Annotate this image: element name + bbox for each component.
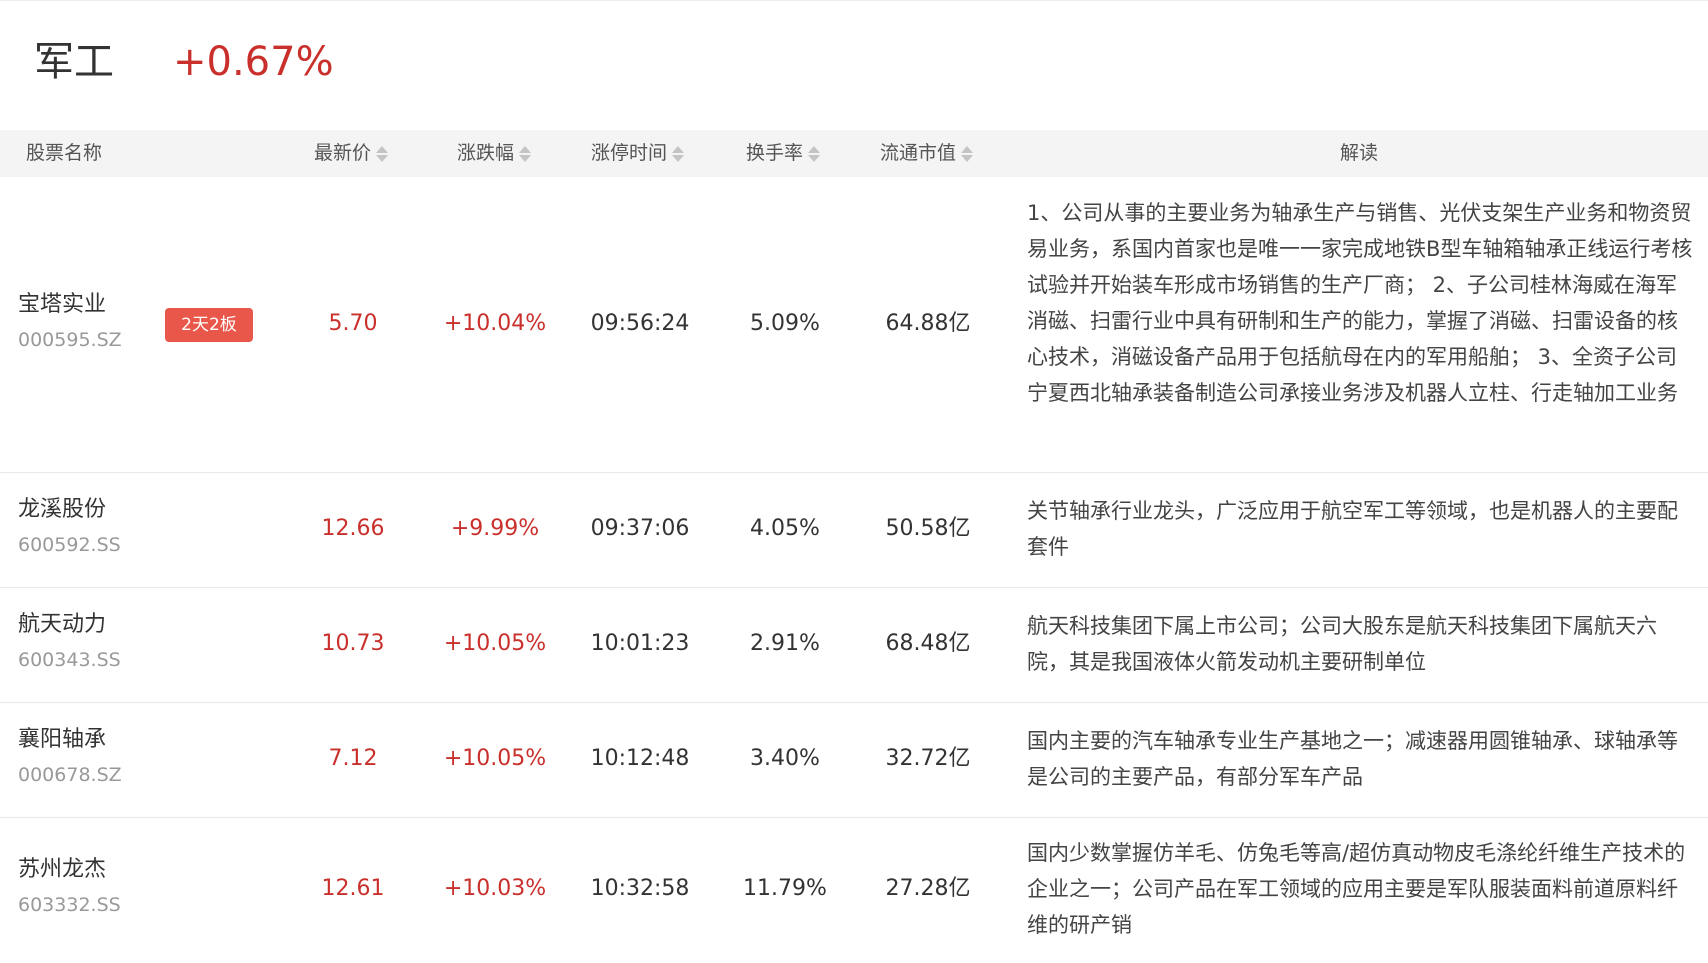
stock-name-cell[interactable]: 航天动力 600343.SS <box>18 610 121 674</box>
description-cell: 国内主要的汽车轴承专业生产基地之一；减速器用圆锥轴承、球轴承等是公司的主要产品，… <box>1027 729 1678 789</box>
sector-header: 军工 +0.67% <box>0 0 1708 130</box>
change-cell: +10.05% <box>443 746 547 771</box>
market-cap-cell: 27.28亿 <box>885 876 971 901</box>
column-header-change[interactable]: 涨跌幅 <box>457 130 532 177</box>
stock-name-cell[interactable]: 襄阳轴承 000678.SZ <box>18 725 122 789</box>
price-cell: 10.73 <box>321 631 385 656</box>
limit-up-badge: 2天2板 <box>165 308 253 342</box>
column-header-market-cap[interactable]: 流通市值 <box>880 130 974 177</box>
column-header-name-label: 股票名称 <box>26 142 103 164</box>
column-header-market-cap-label: 流通市值 <box>880 142 957 164</box>
turnover-cell: 2.91% <box>750 631 820 656</box>
limit-time-cell: 10:32:58 <box>590 876 690 901</box>
limit-time-cell: 10:12:48 <box>590 746 690 771</box>
column-header-turnover-label: 换手率 <box>746 142 804 164</box>
change-cell: +10.05% <box>443 631 547 656</box>
turnover-cell: 11.79% <box>743 876 827 901</box>
change-cell: +10.03% <box>443 876 547 901</box>
stock-code: 600343.SS <box>18 649 121 671</box>
stock-name[interactable]: 龙溪股份 <box>18 495 121 525</box>
price-cell: 12.66 <box>321 516 385 541</box>
change-cell: +10.04% <box>443 311 547 336</box>
turnover-cell: 4.05% <box>750 516 820 541</box>
table-row[interactable]: 宝塔实业 000595.SZ 2天2板 5.70 +10.04% 09:56:2… <box>0 177 1708 473</box>
column-header-limit-time-label: 涨停时间 <box>591 142 668 164</box>
column-header-limit-time[interactable]: 涨停时间 <box>591 130 685 177</box>
sort-icon[interactable] <box>807 144 821 164</box>
sort-icon[interactable] <box>518 144 532 164</box>
stock-name-cell[interactable]: 苏州龙杰 603332.SS <box>18 855 121 919</box>
market-cap-cell: 32.72亿 <box>885 746 971 771</box>
market-cap-cell: 68.48亿 <box>885 631 971 656</box>
description-cell: 航天科技集团下属上市公司；公司大股东是航天科技集团下属航天六院，其是我国液体火箭… <box>1027 614 1657 674</box>
stock-code: 600592.SS <box>18 534 121 556</box>
table-row[interactable]: 苏州龙杰 603332.SS 12.61 +10.03% 10:32:58 11… <box>0 818 1708 963</box>
stock-name[interactable]: 襄阳轴承 <box>18 725 122 755</box>
sector-change: +0.67% <box>173 39 334 85</box>
limit-time-cell: 09:37:06 <box>590 516 690 541</box>
stock-code: 603332.SS <box>18 894 121 916</box>
table-row[interactable]: 航天动力 600343.SS 10.73 +10.05% 10:01:23 2.… <box>0 588 1708 703</box>
column-header-change-label: 涨跌幅 <box>457 142 515 164</box>
market-cap-cell: 50.58亿 <box>885 516 971 541</box>
stock-name-cell[interactable]: 宝塔实业 000595.SZ <box>18 290 122 354</box>
price-cell: 5.70 <box>328 311 378 336</box>
stock-name[interactable]: 航天动力 <box>18 610 121 640</box>
description-cell: 关节轴承行业龙头，广泛应用于航空军工等领域，也是机器人的主要配套件 <box>1027 499 1678 559</box>
limit-time-cell: 09:56:24 <box>590 311 690 336</box>
table-row[interactable]: 襄阳轴承 000678.SZ 7.12 +10.05% 10:12:48 3.4… <box>0 703 1708 818</box>
turnover-cell: 3.40% <box>750 746 820 771</box>
column-header-name: 股票名称 <box>26 130 102 177</box>
price-cell: 12.61 <box>321 876 385 901</box>
stock-name[interactable]: 苏州龙杰 <box>18 855 121 885</box>
market-cap-cell: 64.88亿 <box>885 311 971 336</box>
turnover-cell: 5.09% <box>750 311 820 336</box>
table-header: 股票名称 最新价 涨跌幅 涨停时间 换手率 流通市值 解读 <box>0 130 1708 177</box>
sector-title: 军工 <box>34 39 114 85</box>
stock-name[interactable]: 宝塔实业 <box>18 290 122 320</box>
stock-code: 000678.SZ <box>18 764 122 786</box>
column-header-price-label: 最新价 <box>314 142 372 164</box>
sort-icon[interactable] <box>671 144 685 164</box>
table-row[interactable]: 龙溪股份 600592.SS 12.66 +9.99% 09:37:06 4.0… <box>0 473 1708 588</box>
description-cell: 1、公司从事的主要业务为轴承生产与销售、光伏支架生产业务和物资贸易业务，系国内首… <box>1027 201 1693 405</box>
limit-time-cell: 10:01:23 <box>590 631 690 656</box>
sort-icon[interactable] <box>960 144 974 164</box>
description-cell: 国内少数掌握仿羊毛、仿兔毛等高/超仿真动物皮毛涤纶纤维生产技术的企业之一；公司产… <box>1027 841 1686 937</box>
column-header-description: 解读 <box>1340 130 1378 177</box>
column-header-price[interactable]: 最新价 <box>314 130 389 177</box>
change-cell: +9.99% <box>450 516 540 541</box>
stock-code: 000595.SZ <box>18 329 122 351</box>
price-cell: 7.12 <box>328 746 378 771</box>
column-header-description-label: 解读 <box>1340 142 1379 164</box>
sort-icon[interactable] <box>375 144 389 164</box>
column-header-turnover[interactable]: 换手率 <box>746 130 821 177</box>
stock-name-cell[interactable]: 龙溪股份 600592.SS <box>18 495 121 559</box>
